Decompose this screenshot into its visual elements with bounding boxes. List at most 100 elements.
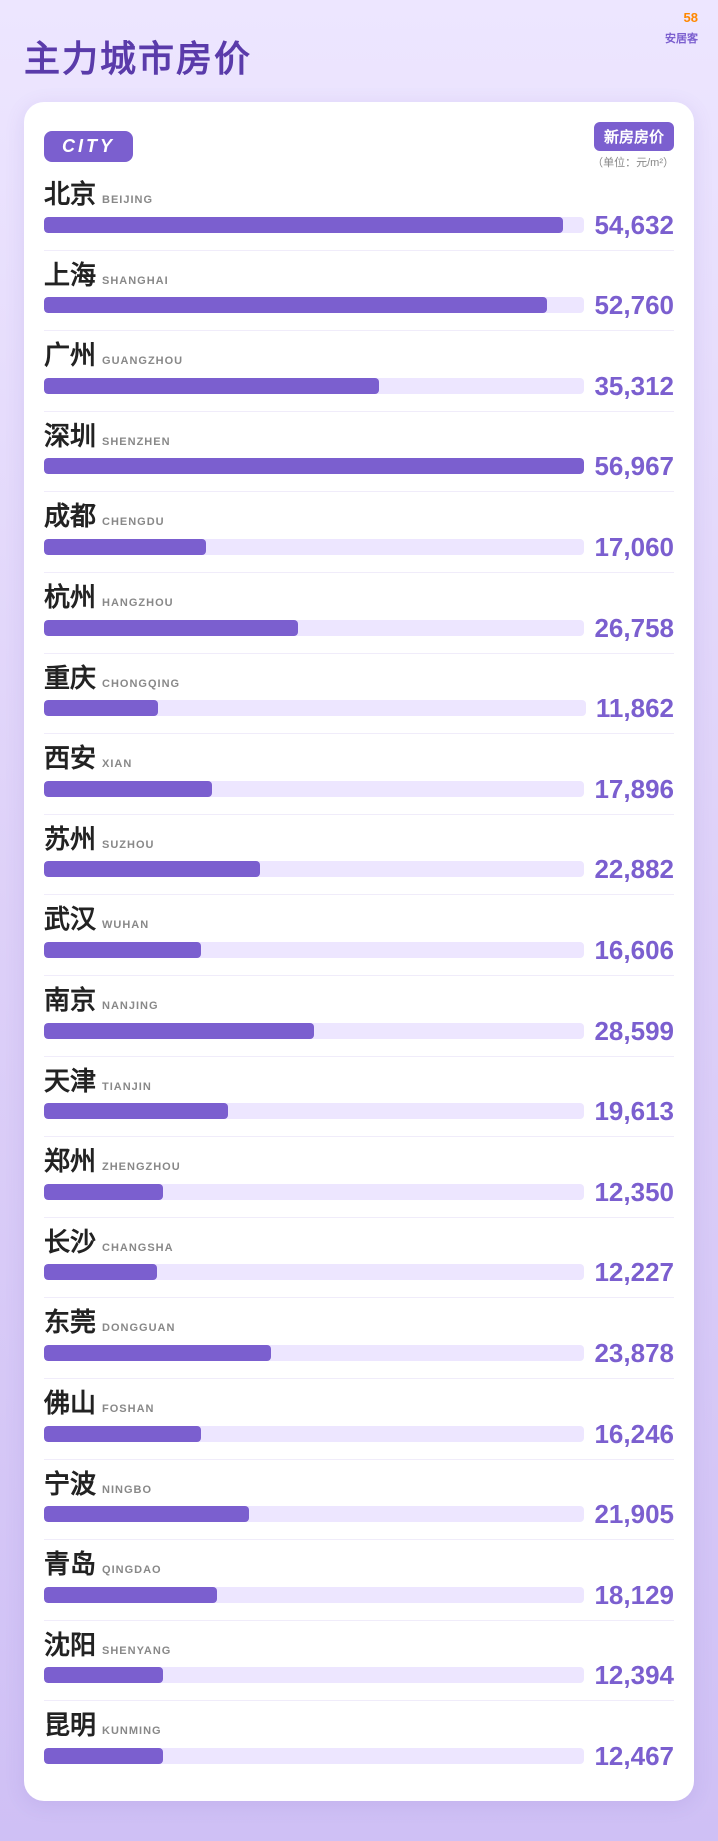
city-en: XIAN — [102, 758, 132, 770]
price-value: 16,606 — [594, 937, 674, 963]
city-en: CHANGSHA — [102, 1242, 174, 1254]
price-value: 22,882 — [594, 856, 674, 882]
price-value: 12,227 — [594, 1259, 674, 1285]
price-value: 19,613 — [594, 1098, 674, 1124]
bar-container — [44, 1506, 584, 1522]
logo-anjuke: 安居客 — [665, 30, 698, 46]
city-name-line: 郑州 ZHENGZHOU — [44, 1147, 674, 1176]
price-value: 52,760 — [594, 292, 674, 318]
bar-price-row: 35,312 — [44, 373, 674, 399]
bar-container — [44, 458, 584, 474]
bar-price-row: 22,882 — [44, 856, 674, 882]
row-divider — [44, 975, 674, 976]
city-zh: 广州 — [44, 341, 96, 370]
bar-price-row: 17,060 — [44, 534, 674, 560]
bar-price-row: 18,129 — [44, 1582, 674, 1608]
bar-container — [44, 539, 584, 555]
bar-price-row: 23,878 — [44, 1340, 674, 1366]
row-divider — [44, 330, 674, 331]
city-zh: 重庆 — [44, 664, 96, 693]
bar-fill — [44, 1345, 271, 1361]
city-zh: 苏州 — [44, 825, 96, 854]
bar-container — [44, 781, 584, 797]
row-divider — [44, 1136, 674, 1137]
bar-price-row: 21,905 — [44, 1501, 674, 1527]
bar-container — [44, 700, 586, 716]
city-row: 杭州 HANGZHOU 26,758 — [44, 583, 674, 645]
city-en: SHANGHAI — [102, 275, 169, 287]
bar-fill — [44, 1023, 314, 1039]
row-divider — [44, 1620, 674, 1621]
bar-price-row: 12,394 — [44, 1662, 674, 1688]
bar-fill — [44, 1184, 163, 1200]
city-en: KUNMING — [102, 1725, 162, 1737]
city-row: 武汉 WUHAN 16,606 — [44, 905, 674, 967]
city-row: 重庆 CHONGQING 11,862 — [44, 664, 674, 726]
price-value: 12,350 — [594, 1179, 674, 1205]
price-value: 28,599 — [594, 1018, 674, 1044]
city-en: NINGBO — [102, 1484, 152, 1496]
price-value: 12,467 — [594, 1743, 674, 1769]
bar-fill — [44, 378, 379, 394]
city-name-line: 昆明 KUNMING — [44, 1711, 674, 1740]
price-value: 18,129 — [594, 1582, 674, 1608]
bar-fill — [44, 1587, 217, 1603]
city-en: SHENYANG — [102, 1645, 171, 1657]
city-en: NANJING — [102, 1000, 159, 1012]
page-title: 主力城市房价 — [24, 30, 694, 82]
city-row: 成都 CHENGDU 17,060 — [44, 502, 674, 564]
city-zh: 西安 — [44, 744, 96, 773]
bar-price-row: 52,760 — [44, 292, 674, 318]
bar-container — [44, 297, 584, 313]
city-en: FOSHAN — [102, 1403, 154, 1415]
bar-price-row: 12,467 — [44, 1743, 674, 1769]
bar-container — [44, 1426, 584, 1442]
row-divider — [44, 1700, 674, 1701]
city-zh: 天津 — [44, 1067, 96, 1096]
bar-price-row: 12,350 — [44, 1179, 674, 1205]
bar-price-row: 16,606 — [44, 937, 674, 963]
city-name-line: 北京 BEIJING — [44, 180, 674, 209]
bar-fill — [44, 861, 260, 877]
bar-container — [44, 1103, 584, 1119]
city-name-line: 宁波 NINGBO — [44, 1470, 674, 1499]
bar-container — [44, 861, 584, 877]
row-divider — [44, 1539, 674, 1540]
row-divider — [44, 250, 674, 251]
city-zh: 东莞 — [44, 1308, 96, 1337]
bar-price-row: 11,862 — [44, 695, 674, 721]
price-value: 11,862 — [596, 695, 674, 721]
bar-price-row: 19,613 — [44, 1098, 674, 1124]
bar-price-row: 16,246 — [44, 1421, 674, 1447]
city-row: 佛山 FOSHAN 16,246 — [44, 1389, 674, 1451]
city-zh: 成都 — [44, 502, 96, 531]
bar-fill — [44, 539, 206, 555]
row-divider — [44, 491, 674, 492]
bar-price-row: 12,227 — [44, 1259, 674, 1285]
bar-price-row: 17,896 — [44, 776, 674, 802]
city-row: 广州 GUANGZHOU 35,312 — [44, 341, 674, 403]
city-row: 郑州 ZHENGZHOU 12,350 — [44, 1147, 674, 1209]
city-en: QINGDAO — [102, 1564, 162, 1576]
city-name-line: 上海 SHANGHAI — [44, 261, 674, 290]
city-row: 南京 NANJING 28,599 — [44, 986, 674, 1048]
bar-container — [44, 942, 584, 958]
bar-container — [44, 1184, 584, 1200]
bar-fill — [44, 1426, 201, 1442]
row-divider — [44, 1217, 674, 1218]
city-row: 昆明 KUNMING 12,467 — [44, 1711, 674, 1773]
row-divider — [44, 653, 674, 654]
bar-container — [44, 1748, 584, 1764]
city-name-line: 重庆 CHONGQING — [44, 664, 674, 693]
city-en: CHONGQING — [102, 678, 180, 690]
bar-fill — [44, 1264, 157, 1280]
city-row: 深圳 SHENZHEN 56,967 — [44, 422, 674, 484]
city-en: SUZHOU — [102, 839, 154, 851]
city-en: WUHAN — [102, 919, 149, 931]
city-zh: 宁波 — [44, 1470, 96, 1499]
bar-container — [44, 1023, 584, 1039]
city-name-line: 西安 XIAN — [44, 744, 674, 773]
bar-price-row: 54,632 — [44, 212, 674, 238]
price-value: 35,312 — [594, 373, 674, 399]
bar-fill — [44, 297, 547, 313]
